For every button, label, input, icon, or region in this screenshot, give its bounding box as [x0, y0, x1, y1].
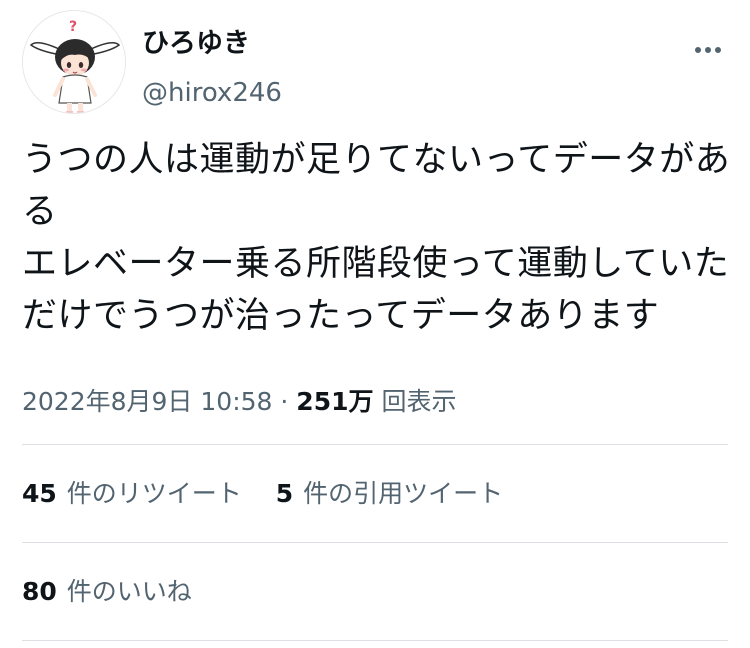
more-options-icon: [715, 47, 721, 53]
divider: [22, 542, 728, 543]
quotes-count: 5: [275, 479, 294, 508]
views-label: 回表示: [381, 387, 457, 416]
retweets-label: 件のリツイート: [66, 479, 242, 508]
svg-text:?: ?: [69, 19, 77, 35]
likes-stats-row: 80 件のいいね: [22, 572, 192, 612]
likes-stat[interactable]: 80 件のいいね: [22, 572, 192, 612]
user-handle[interactable]: @hirox246: [142, 76, 282, 110]
more-options-button[interactable]: [684, 36, 732, 64]
divider: [22, 444, 728, 445]
divider: [22, 640, 728, 641]
tweet-timestamp[interactable]: 2022年8月9日 10:58: [22, 387, 272, 416]
tweet-text-line: うつの人は運動が足りてないってデータがあ: [22, 140, 731, 180]
meta-separator: ·: [280, 387, 289, 416]
likes-label: 件のいいね: [66, 577, 192, 606]
tweet-text-line: る: [22, 192, 58, 232]
views-count: 251万: [296, 387, 374, 416]
avatar[interactable]: ?: [22, 10, 126, 114]
tweet-text: うつの人は運動が足りてないってデータがあ る エレベーター乗る所階段使って運動し…: [22, 134, 738, 342]
more-options-icon: [695, 47, 701, 53]
more-options-icon: [705, 47, 711, 53]
likes-count: 80: [22, 577, 57, 606]
avatar-illustration: ?: [23, 11, 125, 113]
retweets-count: 45: [22, 479, 57, 508]
tweet-meta: 2022年8月9日 10:58 · 251万 回表示: [22, 380, 456, 424]
tweet-text-line: エレベーター乗る所階段使って運動していた: [22, 244, 730, 284]
engagement-stats-row: 45 件のリツイート 5 件の引用ツイート: [22, 474, 503, 514]
tweet-detail: ? ひろゆき @hirox246 うつの人は運動が足りてないってデータがあ る …: [0, 0, 750, 648]
tweet-text-line: だけでうつが治ったってデータあります: [22, 296, 660, 336]
quotes-stat[interactable]: 5 件の引用ツイート: [276, 474, 503, 514]
retweets-stat[interactable]: 45 件のリツイート: [22, 474, 242, 514]
quotes-label: 件の引用ツイート: [303, 479, 504, 508]
display-name[interactable]: ひろゆき: [142, 26, 250, 62]
